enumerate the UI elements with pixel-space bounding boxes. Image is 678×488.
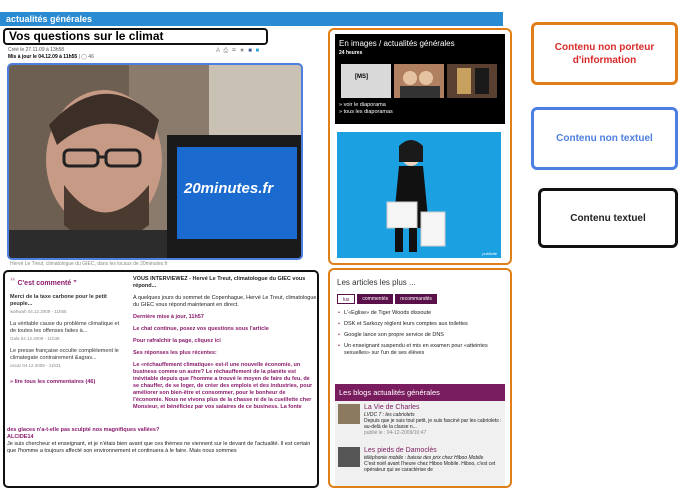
comment-icon: | ◯ — [78, 54, 89, 60]
articles-plus-title: Les articles les plus ... — [337, 278, 416, 287]
thumbnail-label: [MS] — [355, 74, 368, 80]
twitter-icon[interactable]: ■ — [255, 48, 260, 54]
blog-name[interactable]: La Vie de Charles — [364, 404, 504, 412]
advertisement[interactable]: publicité — [337, 132, 501, 258]
comments-title: “ C'est commenté ” — [10, 276, 77, 288]
blog-date: publié le : 04-12-2009/10:47 — [364, 430, 427, 436]
legend-non-text: Contenu non textuel — [531, 107, 678, 170]
blog-avatar — [338, 447, 360, 467]
non-info-region-top: En images / actualités générales 24 heur… — [328, 28, 512, 265]
read-all-comments-link[interactable]: » lire tous les commentaires (46) — [10, 379, 123, 385]
answer-text: Je suis chercheur et enseignant, et je n… — [7, 441, 311, 454]
photo-caption: Hervé Le Treut, climatologue du GIEC, da… — [10, 261, 168, 267]
font-size-icon[interactable]: A — [216, 48, 221, 54]
tab-recommandes[interactable]: recommandés — [395, 294, 437, 304]
interview-last-update: Dernière mise à jour, 11h57 — [133, 314, 204, 320]
question-end: des glaces n'a-t-elle pas sculpté nos ma… — [7, 427, 160, 433]
blog-text: La Vie de Charles LVDC 7 : les cabriolet… — [364, 404, 504, 436]
blog-excerpt: Depuis que je suis tout petit, je suis f… — [364, 418, 502, 430]
ad-tag: publicité — [482, 251, 497, 256]
list-item[interactable]: DSK et Sarkozy règlent leurs comptes aux… — [338, 321, 503, 328]
comment-item[interactable]: Merci de la taxe carbone pour le petit p… — [10, 294, 123, 315]
list-item[interactable]: Google lance son propre service de DNS — [338, 332, 503, 339]
comment-author: oscar 04.12.2009 - 11h31 — [10, 363, 61, 368]
quote-open-icon: “ — [10, 276, 16, 288]
comments-block: “ C'est commenté ” Merci de la taxe carb… — [10, 276, 123, 385]
thumbnail-image — [400, 71, 440, 98]
question-author: ALCIDE14 — [7, 434, 34, 440]
bookmark-icon[interactable]: ★ — [240, 48, 246, 54]
images-subtitle: 24 heures — [339, 50, 363, 56]
articles-list: L'«Eglise» de Tiger Woods dissoute DSK e… — [338, 310, 503, 361]
blog-text: Les pieds de Damoclès téléphonie mobile … — [364, 447, 504, 473]
comment-count[interactable]: 46 — [88, 54, 94, 60]
list-item[interactable]: Un enseignant suspendu et mis en examen … — [338, 343, 503, 357]
comment-text[interactable]: La véritable cause du problème climatiqu… — [10, 321, 123, 335]
comment-item[interactable]: La véritable cause du problème climatiqu… — [10, 321, 123, 342]
blog-entry[interactable]: La Vie de Charles LVDC 7 : les cabriolet… — [335, 404, 505, 444]
images-panel: En images / actualités générales 24 heur… — [335, 34, 505, 124]
article-title: Vos questions sur le climat — [3, 28, 268, 45]
comment-author: Gala 04.12.2009 - 11h38 — [10, 336, 60, 341]
legend-non-info: Contenu non porteur d'information — [531, 22, 678, 85]
thumbnail[interactable] — [447, 64, 497, 98]
blog-entry[interactable]: Les pieds de Damoclès téléphonie mobile … — [335, 447, 505, 486]
interview-block: VOUS INTERVIEWEZ - Hervé Le Treut, clima… — [133, 276, 317, 416]
text-region: “ C'est commenté ” Merci de la taxe carb… — [3, 270, 319, 488]
thumbnail-image — [457, 68, 489, 94]
refresh-link[interactable]: Pour rafraîchir la page, cliquez ici — [133, 338, 317, 345]
question-text: Le «réchauffement climatique» est-il une… — [133, 362, 313, 410]
comment-item[interactable]: Le presse française occulte complètement… — [10, 348, 123, 369]
thumbnail[interactable]: [MS] — [341, 64, 391, 98]
list-item[interactable]: L'«Eglise» de Tiger Woods dissoute — [338, 310, 503, 317]
screen-brand: 20minutes.fr — [184, 180, 274, 197]
facebook-icon[interactable]: ■ — [248, 48, 253, 54]
images-links: » voir le diaporama » tous les diaporama… — [339, 102, 393, 116]
blog-avatar — [338, 404, 360, 424]
all-slideshows-link[interactable]: » tous les diaporamas — [339, 109, 393, 116]
created-date: Créé le 27.11.09 à 13h58 — [8, 47, 65, 53]
photo-illustration — [9, 65, 301, 258]
blogs-title[interactable]: Les blogs actualités générales — [335, 384, 505, 401]
answer-block: des glaces n'a-t-elle pas sculpté nos ma… — [7, 427, 317, 455]
share-icon[interactable]: ✉ — [232, 48, 237, 54]
comment-text[interactable]: Merci de la taxe carbone pour le petit p… — [10, 294, 123, 308]
quote-close-icon: ” — [73, 280, 77, 287]
blogs-panel: Les blogs actualités générales La Vie de… — [335, 384, 505, 486]
interview-continue: Le chat continue, posez vos questions so… — [133, 326, 269, 332]
images-title[interactable]: En images / actualités générales — [335, 34, 505, 48]
updated-line: Mis à jour le 04.12.09 à 11h55 | ◯ 46 — [8, 54, 94, 60]
section-header[interactable]: actualités générales — [0, 12, 503, 26]
print-icon[interactable]: ⎙ — [223, 48, 229, 54]
tab-commentes[interactable]: commentés — [357, 294, 394, 304]
comment-author: wahwah 04.12.2009 - 11h55 — [10, 309, 67, 314]
comment-text[interactable]: Le presse française occulte complètement… — [10, 348, 123, 362]
ad-illustration — [337, 132, 501, 258]
tab-lus[interactable]: lus — [337, 294, 356, 304]
non-info-region-bottom: Les articles les plus ... lus commentés … — [328, 268, 512, 488]
blog-excerpt: C'est noël avant l'heure chez Hiboo Mobi… — [364, 461, 496, 473]
answers-title: Ses réponses les plus récentes: — [133, 350, 217, 356]
thumbnail[interactable] — [394, 64, 444, 98]
thumbnails: [MS] — [341, 64, 501, 98]
interview-intro: A quelques jours du sommet de Copenhague… — [133, 295, 317, 308]
articles-tabs: lus commentés recommandés — [337, 294, 437, 304]
interview-heading: VOUS INTERVIEWEZ - Hervé Le Treut, clima… — [133, 276, 306, 289]
updated-date: Mis à jour le 04.12.09 à 11h55 — [8, 54, 78, 60]
article-tools: A ⎙ ✉ ★ ■ ■ — [216, 48, 260, 55]
legend-text: Contenu textuel — [538, 188, 678, 248]
article-photo: 20minutes.fr — [7, 63, 303, 260]
blog-name[interactable]: Les pieds de Damoclès — [364, 447, 504, 455]
view-slideshow-link[interactable]: » voir le diaporama — [339, 102, 393, 109]
